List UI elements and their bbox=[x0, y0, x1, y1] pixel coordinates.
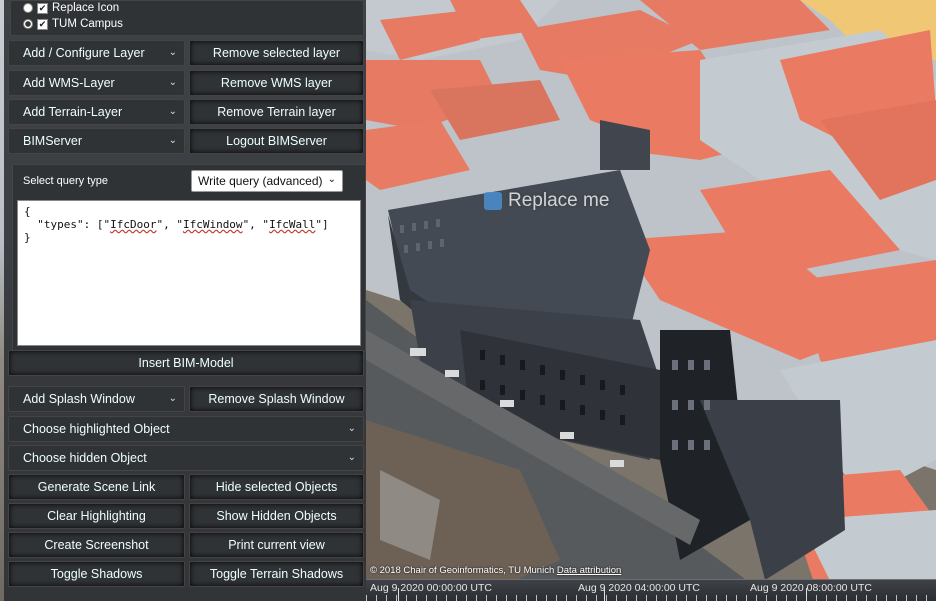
row-highlighting: Clear Highlighting Show Hidden Objects bbox=[8, 503, 364, 529]
query-textarea[interactable]: { "types": ["IfcDoor", "IfcWindow", "Ifc… bbox=[17, 200, 361, 346]
timeline-label: Aug 9 2020 00:00:00 UTC bbox=[370, 582, 493, 594]
layer-label: TUM Campus bbox=[52, 18, 123, 30]
add-wms-layer-select[interactable]: Add WMS-Layer ⌄ bbox=[8, 70, 185, 96]
insert-bim-model-button[interactable]: Insert BIM-Model bbox=[8, 350, 364, 376]
row-hidden: Choose hidden Object ⌄ bbox=[8, 445, 364, 471]
add-splash-window-select[interactable]: Add Splash Window ⌄ bbox=[8, 386, 185, 412]
add-terrain-layer-select[interactable]: Add Terrain-Layer ⌄ bbox=[8, 99, 185, 125]
logout-bimserver-button[interactable]: Logout BIMServer bbox=[189, 128, 364, 154]
query-line: "types": [" bbox=[24, 218, 111, 231]
timeline[interactable]: Aug 9 2020 00:00:00 UTC Aug 9 2020 04:00… bbox=[366, 579, 936, 601]
layer-checkbox[interactable]: ✔ bbox=[37, 2, 48, 14]
timeline-label: Aug 9 2020 04:00:00 UTC bbox=[578, 582, 701, 594]
remove-terrain-layer-button[interactable]: Remove Terrain layer bbox=[189, 99, 364, 125]
chevron-down-icon: ⌄ bbox=[327, 174, 336, 185]
layer-radio[interactable] bbox=[23, 3, 33, 13]
toggle-shadows-button[interactable]: Toggle Shadows bbox=[8, 561, 185, 587]
map-attribution: © 2018 Chair of Geoinformatics, TU Munic… bbox=[370, 565, 621, 576]
query-type-label: Select query type bbox=[23, 175, 108, 187]
chevron-down-icon: ⌄ bbox=[347, 452, 356, 463]
query-type-value: Write query (advanced) bbox=[198, 174, 323, 188]
chevron-down-icon: ⌄ bbox=[168, 135, 177, 146]
remove-selected-layer-button[interactable]: Remove selected layer bbox=[189, 40, 364, 66]
select-label: Add WMS-Layer bbox=[23, 76, 115, 90]
chevron-down-icon: ⌄ bbox=[168, 393, 177, 404]
toggle-terrain-shadows-button[interactable]: Toggle Terrain Shadows bbox=[189, 561, 364, 587]
select-label: Choose highlighted Object bbox=[23, 422, 170, 436]
select-label: Add Splash Window bbox=[23, 392, 135, 406]
layer-label: Replace Icon bbox=[52, 2, 120, 14]
choose-highlighted-object-select[interactable]: Choose highlighted Object ⌄ bbox=[8, 416, 364, 442]
layer-list: ✔ Replace Icon ✔ TUM Campus bbox=[10, 0, 364, 36]
layer-item-tum-campus[interactable]: ✔ TUM Campus bbox=[23, 18, 123, 30]
timeline-label: Aug 9 2020 08:00:00 UTC bbox=[750, 582, 873, 594]
add-configure-layer-select[interactable]: Add / Configure Layer ⌄ bbox=[8, 40, 185, 66]
hide-selected-objects-button[interactable]: Hide selected Objects bbox=[189, 474, 364, 500]
clear-highlighting-button[interactable]: Clear Highlighting bbox=[8, 503, 185, 529]
replace-me-label: Replace me bbox=[484, 190, 609, 212]
timeline-ticks bbox=[366, 595, 936, 601]
bimserver-select[interactable]: BIMServer ⌄ bbox=[8, 128, 185, 154]
query-line: { bbox=[24, 205, 31, 218]
query-type-token: IfcWall bbox=[269, 218, 316, 231]
create-screenshot-button[interactable]: Create Screenshot bbox=[8, 532, 185, 558]
attribution-text: © 2018 Chair of Geoinformatics, TU Munic… bbox=[370, 565, 555, 576]
row-shadows: Toggle Shadows Toggle Terrain Shadows bbox=[8, 561, 364, 587]
show-hidden-objects-button[interactable]: Show Hidden Objects bbox=[189, 503, 364, 529]
generate-scene-link-button[interactable]: Generate Scene Link bbox=[8, 474, 185, 500]
layer-item-replace-icon[interactable]: ✔ Replace Icon bbox=[23, 2, 119, 14]
chevron-down-icon: ⌄ bbox=[168, 77, 177, 88]
layer-checkbox[interactable]: ✔ bbox=[37, 18, 48, 30]
choose-hidden-object-select[interactable]: Choose hidden Object ⌄ bbox=[8, 445, 364, 471]
chevron-down-icon: ⌄ bbox=[168, 106, 177, 117]
query-type-token: IfcDoor bbox=[110, 218, 157, 231]
select-label: Add / Configure Layer bbox=[23, 46, 145, 60]
query-type-token: IfcWindow bbox=[182, 218, 243, 231]
query-panel: Select query type Write query (advanced)… bbox=[12, 164, 366, 352]
chevron-down-icon: ⌄ bbox=[347, 423, 356, 434]
select-label: BIMServer bbox=[23, 134, 83, 148]
chevron-down-icon: ⌄ bbox=[168, 47, 177, 58]
print-current-view-button[interactable]: Print current view bbox=[189, 532, 364, 558]
remove-wms-layer-button[interactable]: Remove WMS layer bbox=[189, 70, 364, 96]
query-line: } bbox=[24, 231, 31, 244]
toolbar-panel: ✔ Replace Icon ✔ TUM Campus Add / Config… bbox=[4, 0, 366, 601]
row-screenshot: Create Screenshot Print current view bbox=[8, 532, 364, 558]
row-highlighted: Choose highlighted Object ⌄ bbox=[8, 416, 364, 442]
remove-splash-window-button[interactable]: Remove Splash Window bbox=[189, 386, 364, 412]
row-scene-link: Generate Scene Link Hide selected Object… bbox=[8, 474, 364, 500]
data-attribution-link[interactable]: Data attribution bbox=[557, 565, 621, 576]
row-insert-bim: Insert BIM-Model bbox=[8, 350, 364, 376]
select-label: Choose hidden Object bbox=[23, 451, 147, 465]
layer-radio[interactable] bbox=[23, 19, 33, 29]
replace-me-text: Replace me bbox=[508, 190, 610, 211]
row-terrain: Add Terrain-Layer ⌄ Remove Terrain layer bbox=[8, 99, 364, 125]
marker-icon bbox=[484, 192, 502, 210]
select-label: Add Terrain-Layer bbox=[23, 105, 123, 119]
row-wms: Add WMS-Layer ⌄ Remove WMS layer bbox=[8, 70, 364, 96]
query-type-select[interactable]: Write query (advanced) ⌄ bbox=[191, 170, 343, 192]
row-splash: Add Splash Window ⌄ Remove Splash Window bbox=[8, 386, 364, 412]
row-bimserver: BIMServer ⌄ Logout BIMServer bbox=[8, 128, 364, 154]
row-layer: Add / Configure Layer ⌄ Remove selected … bbox=[8, 40, 364, 66]
